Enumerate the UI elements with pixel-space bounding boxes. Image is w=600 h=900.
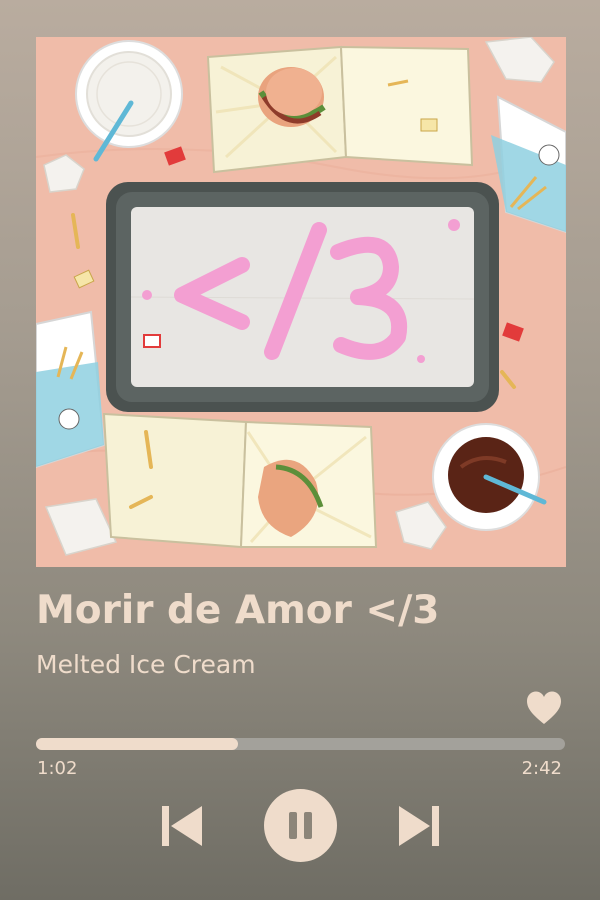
skip-next-icon [399, 806, 439, 846]
skip-previous-icon [162, 806, 202, 846]
skip-next-button[interactable] [397, 804, 439, 848]
album-art [36, 37, 566, 567]
total-time: 2:42 [521, 758, 562, 779]
pause-button[interactable] [264, 789, 337, 862]
progress-bar[interactable] [36, 738, 565, 750]
skip-previous-button[interactable] [162, 804, 204, 848]
artist-name[interactable]: Melted Ice Cream [36, 650, 566, 679]
progress-fill [36, 738, 239, 750]
elapsed-time: 1:02 [37, 758, 78, 779]
music-player: Morir de Amor </3 Melted Ice Cream 1:02 … [0, 0, 600, 900]
track-title: Morir de Amor </3 [36, 588, 440, 633]
heart-icon[interactable] [525, 690, 563, 726]
